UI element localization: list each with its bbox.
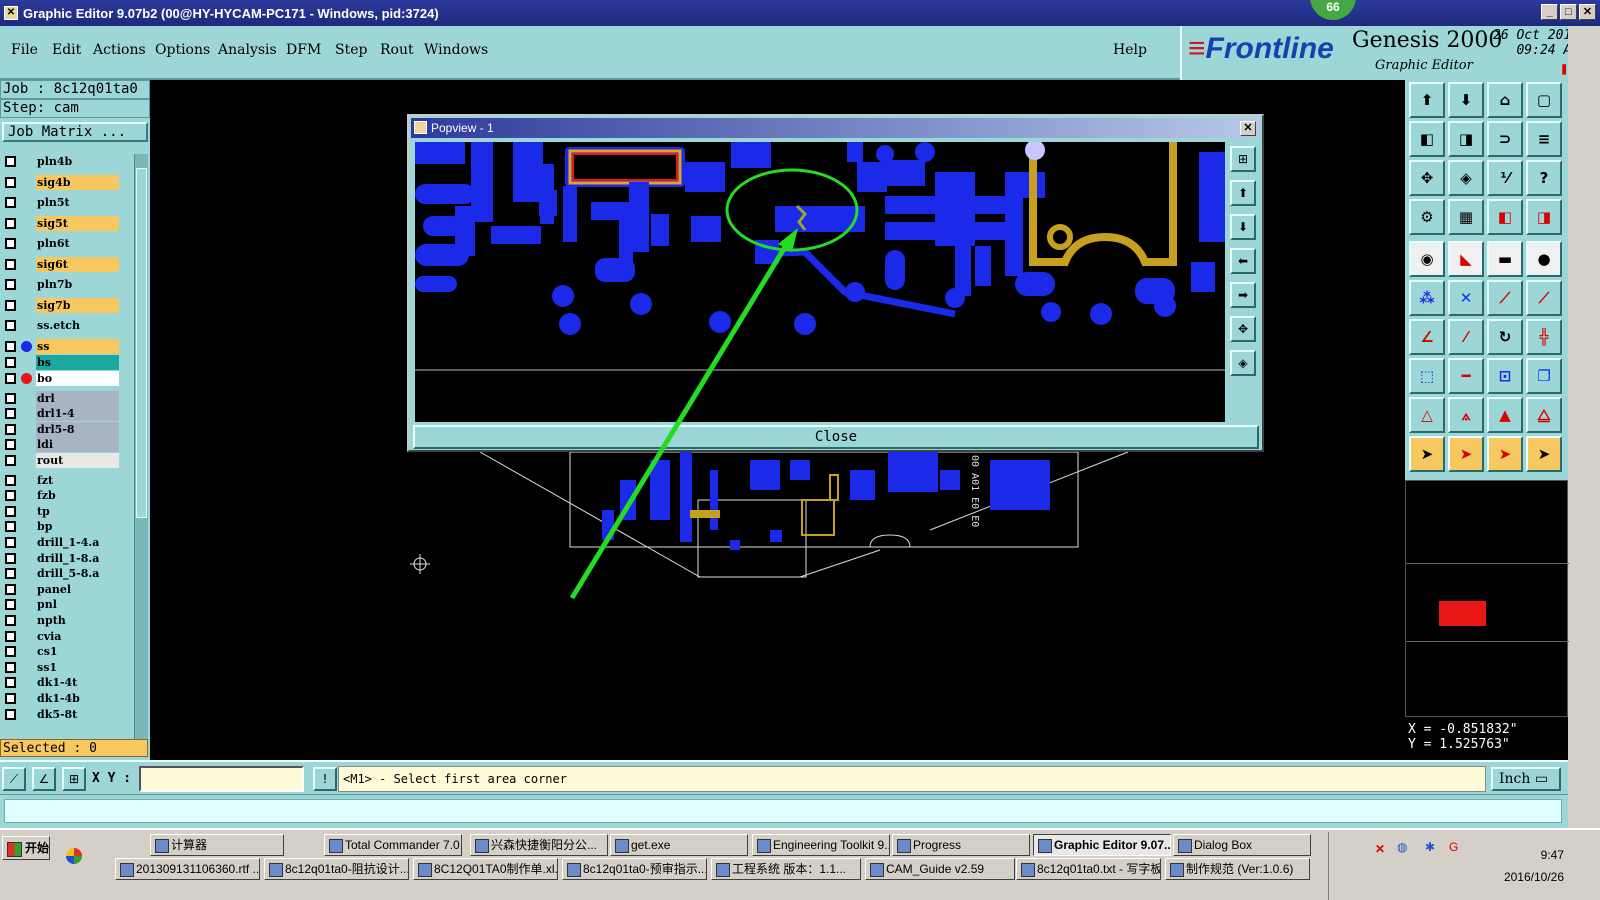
task-progress[interactable]: Progress <box>892 834 1030 856</box>
snap-grid-icon[interactable]: ⟋ <box>2 767 26 791</box>
dropdown-icon: ▭ <box>1534 771 1549 787</box>
task-graphic-editor[interactable]: Graphic Editor 9.07... <box>1033 834 1171 856</box>
system-tray: ✕ ◍ ✱ G 9:47 2016/10/26 <box>1328 832 1600 900</box>
task-get-exe[interactable]: get.exe <box>610 834 748 856</box>
status-bar <box>0 794 1568 828</box>
task-xingsen[interactable]: 兴森快捷衡阳分公... <box>470 834 608 856</box>
start-button[interactable]: 开始 <box>2 836 50 860</box>
tray-icon[interactable]: ✱ <box>1425 840 1435 854</box>
windows-taskbar: 开始 计算器 Total Commander 7.0... 兴森快捷衡阳分公..… <box>0 828 1600 900</box>
task-engineering-system[interactable]: 工程系统 版本：1.1... <box>711 858 861 880</box>
snap-center-icon[interactable]: ⊞ <box>62 767 86 791</box>
tray-icon[interactable]: ✕ <box>1375 842 1385 856</box>
info-icon[interactable]: ! <box>313 767 337 791</box>
task-dialog-box[interactable]: Dialog Box <box>1173 834 1311 856</box>
task-spec[interactable]: 制作规范 (Ver:1.0.6) <box>1165 858 1310 880</box>
quicklaunch-icon[interactable] <box>66 848 82 864</box>
tray-icon[interactable]: G <box>1449 840 1458 854</box>
snap-angle-icon[interactable]: ∠ <box>32 767 56 791</box>
task-calculator[interactable]: 计算器 <box>150 834 284 856</box>
status-message <box>4 799 1562 823</box>
task-preview[interactable]: 8c12q01ta0-预审指示... <box>562 858 707 880</box>
command-bar: ⟋ ∠ ⊞ X Y : ! <M1> - Select first area c… <box>0 760 1568 794</box>
system-clock[interactable]: 9:47 2016/10/26 <box>1504 844 1564 888</box>
task-cam-guide[interactable]: CAM_Guide v2.59 <box>865 858 1015 880</box>
arrow-head-icon <box>778 228 798 252</box>
task-wordpad[interactable]: 8c12q01ta0.txt - 写字板 <box>1016 858 1161 880</box>
tray-icon[interactable]: ◍ <box>1397 840 1407 854</box>
task-engineering-toolkit[interactable]: Engineering Toolkit 9.... <box>752 834 890 856</box>
xy-label: X Y : <box>92 771 132 786</box>
xy-input[interactable] <box>139 766 304 792</box>
task-total-commander[interactable]: Total Commander 7.0... <box>324 834 462 856</box>
unit-selector[interactable]: Inch ▭ <box>1491 767 1561 791</box>
command-prompt: <M1> - Select first area corner <box>338 766 1486 792</box>
annotation-arrow <box>569 240 791 600</box>
task-worksheet[interactable]: 8C12Q01TA0制作单.xl... <box>413 858 558 880</box>
task-impedance[interactable]: 8c12q01ta0-阻抗设计... <box>264 858 409 880</box>
task-rtf-file[interactable]: 201309131106360.rtf ... <box>115 858 260 880</box>
